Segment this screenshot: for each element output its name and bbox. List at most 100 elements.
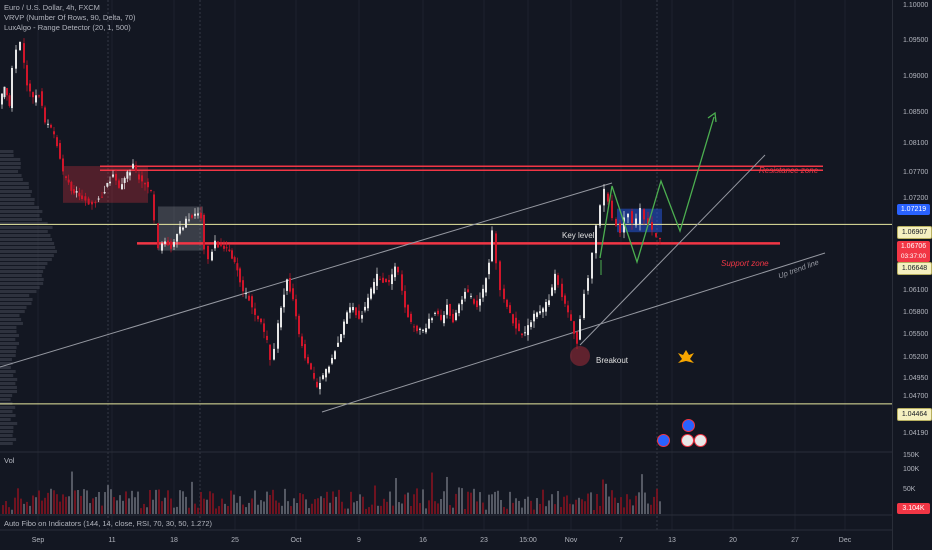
candle-body bbox=[94, 202, 96, 203]
volume-bar bbox=[434, 501, 436, 514]
volume-bar bbox=[170, 499, 172, 514]
support-price-tag: 1.06648 bbox=[897, 262, 932, 275]
us-flag-icon[interactable] bbox=[694, 434, 707, 447]
candle-body bbox=[200, 213, 202, 219]
auto-fibo-indicator[interactable]: Auto Fibo on Indicators (144, 14, close,… bbox=[4, 519, 212, 529]
candle-body bbox=[533, 314, 535, 322]
candle-body bbox=[73, 189, 75, 193]
volume-bar bbox=[362, 497, 364, 514]
volume-bar bbox=[293, 498, 295, 514]
candle-body bbox=[217, 242, 219, 248]
volume-profile-bar bbox=[0, 250, 57, 253]
volume-bar bbox=[8, 507, 10, 514]
volume-bar bbox=[320, 496, 322, 514]
volume-bar bbox=[431, 472, 433, 514]
candle-body bbox=[207, 246, 209, 259]
candle-body bbox=[118, 180, 120, 187]
volume-profile-bar bbox=[0, 174, 22, 177]
price-axis[interactable]: 1.10000 1.09500 1.09000 1.08500 1.08100 … bbox=[892, 0, 932, 550]
candle-body bbox=[211, 252, 213, 261]
volume-profile-bar bbox=[0, 206, 39, 209]
volume-profile-bar bbox=[0, 346, 17, 349]
candle-body bbox=[161, 243, 163, 250]
range-box bbox=[63, 166, 148, 203]
price-label: 1.09500 bbox=[903, 37, 928, 44]
candle-body bbox=[260, 319, 262, 323]
time-label: 23 bbox=[480, 537, 488, 544]
candle-body bbox=[286, 279, 288, 290]
volume-profile-bar bbox=[0, 394, 12, 397]
candle-body bbox=[564, 296, 566, 304]
time-label: Sep bbox=[32, 537, 44, 544]
candle-body bbox=[567, 305, 569, 312]
volume-bar bbox=[632, 505, 634, 514]
volume-bar bbox=[401, 503, 403, 514]
volume-bar bbox=[530, 501, 532, 514]
volume-bar bbox=[38, 491, 40, 514]
us-flag-icon[interactable] bbox=[681, 434, 694, 447]
volume-profile-bar bbox=[0, 242, 54, 245]
volume-bar bbox=[251, 498, 253, 514]
candle-body bbox=[38, 95, 40, 96]
volume-bar bbox=[482, 503, 484, 514]
volume-bar bbox=[548, 500, 550, 514]
volume-bar bbox=[443, 491, 445, 514]
volume-bar bbox=[272, 490, 274, 514]
candle-body bbox=[479, 299, 481, 305]
economic-event-icon[interactable] bbox=[657, 434, 670, 447]
candle-body bbox=[416, 326, 418, 331]
candle-body bbox=[631, 211, 633, 223]
candle-body bbox=[561, 284, 563, 297]
candle-body bbox=[551, 287, 553, 295]
candle-body bbox=[59, 143, 61, 159]
candle-body bbox=[78, 193, 80, 197]
volume-bar bbox=[605, 484, 607, 514]
volume-bar bbox=[32, 495, 34, 514]
event-flag-icon[interactable] bbox=[675, 348, 697, 368]
volume-bar bbox=[371, 505, 373, 514]
volume-bar bbox=[284, 489, 286, 514]
volume-profile-bar bbox=[0, 262, 47, 265]
candle-body bbox=[141, 175, 143, 181]
volume-bar bbox=[347, 509, 349, 514]
volume-bar bbox=[458, 487, 460, 514]
candle-body bbox=[304, 344, 306, 358]
volume-profile-bar bbox=[0, 166, 21, 169]
symbol-title: Euro / U.S. Dollar, 4h, FXCM bbox=[4, 3, 100, 13]
volume-bar bbox=[476, 501, 478, 514]
candle-body bbox=[446, 305, 448, 315]
volume-bar bbox=[221, 499, 223, 514]
volume-bar bbox=[143, 504, 145, 514]
key-level-label: Key level bbox=[562, 231, 594, 240]
volume-bar bbox=[53, 490, 55, 514]
volume-bar bbox=[185, 497, 187, 514]
volume-bar bbox=[407, 493, 409, 514]
volume-label[interactable]: Vol bbox=[4, 456, 14, 466]
candle-body bbox=[214, 241, 216, 249]
volume-profile-bar bbox=[0, 378, 17, 381]
candle-body bbox=[295, 299, 297, 316]
volume-profile-bar bbox=[0, 274, 42, 277]
candle-body bbox=[301, 336, 303, 346]
volume-bar bbox=[98, 492, 100, 514]
indicator-range-detector[interactable]: LuxAlgo - Range Detector (20, 1, 500) bbox=[4, 23, 131, 33]
candle-body bbox=[248, 296, 250, 301]
price-label: 1.05500 bbox=[903, 331, 928, 338]
chart-stage[interactable]: Euro / U.S. Dollar, 4h, FXCM VRVP (Numbe… bbox=[0, 0, 932, 550]
economic-event-icon[interactable] bbox=[682, 419, 695, 432]
volume-bar bbox=[140, 508, 142, 514]
candle-body bbox=[167, 241, 169, 246]
candle-body bbox=[458, 304, 460, 313]
indicator-vrvp[interactable]: VRVP (Number Of Rows, 90, Delta, 70) bbox=[4, 13, 135, 23]
volume-bar bbox=[647, 504, 649, 514]
volume-bar bbox=[470, 493, 472, 514]
candle-body bbox=[121, 184, 123, 189]
candle-body bbox=[50, 125, 52, 128]
candle-body bbox=[15, 50, 17, 69]
volume-bar bbox=[14, 498, 16, 514]
volume-axis-label: 50K bbox=[903, 486, 915, 493]
volume-bar bbox=[167, 490, 169, 514]
volume-bar bbox=[131, 491, 133, 514]
candle-body bbox=[576, 332, 578, 344]
volume-bar bbox=[248, 503, 250, 514]
